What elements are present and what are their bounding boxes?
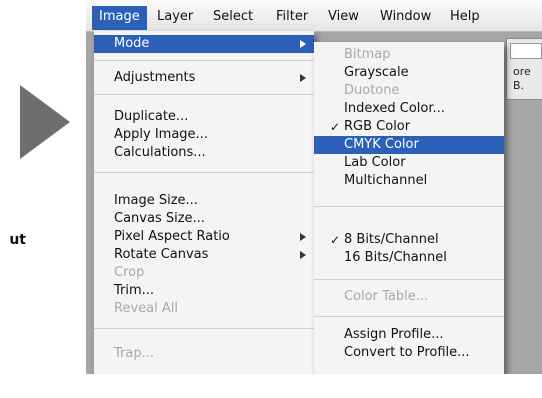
menu-item-bitmap: Bitmap: [344, 47, 391, 62]
menu-item-rgb-color[interactable]: RGB Color: [344, 118, 410, 136]
play-arrow-icon: [20, 85, 70, 159]
menu-separator: [314, 316, 504, 317]
menu-separator: [94, 60, 314, 61]
menu-help[interactable]: Help: [443, 6, 487, 30]
menu-layer[interactable]: Layer: [150, 6, 200, 30]
app-window: ore B. Image Layer Select Filter View Wi…: [86, 0, 542, 374]
menu-item-adjustments[interactable]: Adjustments: [114, 69, 195, 87]
menu-item-pixel-aspect-ratio[interactable]: Pixel Aspect Ratio: [114, 228, 230, 246]
menu-item-duplicate[interactable]: Duplicate...: [114, 108, 188, 126]
submenu-arrow-icon: [300, 40, 306, 48]
menu-item-rotate-canvas[interactable]: Rotate Canvas: [114, 246, 208, 264]
menu-item-canvas-size[interactable]: Canvas Size...: [114, 210, 205, 228]
menu-item-assign-profile[interactable]: Assign Profile...: [344, 326, 444, 344]
menu-item-apply-image[interactable]: Apply Image...: [114, 126, 208, 144]
menu-item-crop: Crop: [114, 265, 145, 280]
menu-view[interactable]: View: [321, 6, 366, 30]
background-text: ore: [513, 65, 531, 78]
menu-filter[interactable]: Filter: [269, 6, 315, 30]
menu-separator: [94, 172, 314, 173]
background-panel: ore B.: [506, 38, 542, 100]
menu-item-indexed-color[interactable]: Indexed Color...: [344, 100, 445, 118]
menu-item-8-bits-channel[interactable]: 8 Bits/Channel: [344, 231, 439, 249]
menu-item-reveal-all: Reveal All: [114, 301, 178, 316]
menu-window[interactable]: Window: [373, 6, 438, 30]
image-menu: Mode Adjustments Duplicate... Apply Imag…: [94, 31, 314, 374]
background-text: B.: [513, 79, 525, 92]
menu-item-lab-color[interactable]: Lab Color: [344, 154, 406, 172]
menu-item-convert-to-profile[interactable]: Convert to Profile...: [344, 344, 470, 362]
menu-select[interactable]: Select: [206, 6, 260, 30]
menu-image[interactable]: Image: [92, 6, 147, 30]
menu-item-cmyk-color[interactable]: CMYK Color: [314, 136, 504, 154]
checkmark-icon: ✓: [330, 120, 341, 134]
menu-separator: [94, 94, 314, 95]
menu-item-label: Mode: [114, 36, 150, 51]
checkmark-icon: ✓: [330, 233, 341, 247]
menu-item-multichannel[interactable]: Multichannel: [344, 172, 427, 190]
menu-separator: [94, 328, 314, 329]
mode-submenu: Bitmap Grayscale Duotone Indexed Color..…: [314, 42, 504, 374]
menu-item-image-size[interactable]: Image Size...: [114, 192, 198, 210]
menu-item-grayscale[interactable]: Grayscale: [344, 64, 409, 82]
menu-bar: Image Layer Select Filter View Window He…: [86, 0, 542, 32]
menu-item-16-bits-channel[interactable]: 16 Bits/Channel: [344, 249, 447, 267]
submenu-arrow-icon: [300, 74, 306, 82]
submenu-arrow-icon: [300, 233, 306, 241]
menu-item-calculations[interactable]: Calculations...: [114, 144, 206, 162]
menu-item-duotone: Duotone: [344, 83, 400, 98]
menu-item-color-table: Color Table...: [344, 289, 429, 304]
submenu-arrow-icon: [300, 251, 306, 259]
menu-item-trap: Trap...: [114, 346, 154, 361]
cropped-text: ut: [9, 232, 26, 248]
menu-separator: [314, 279, 504, 280]
menu-item-label: CMYK Color: [344, 137, 419, 152]
menu-separator: [314, 206, 504, 207]
menu-item-trim[interactable]: Trim...: [114, 282, 154, 300]
menu-item-mode[interactable]: Mode: [94, 35, 314, 53]
